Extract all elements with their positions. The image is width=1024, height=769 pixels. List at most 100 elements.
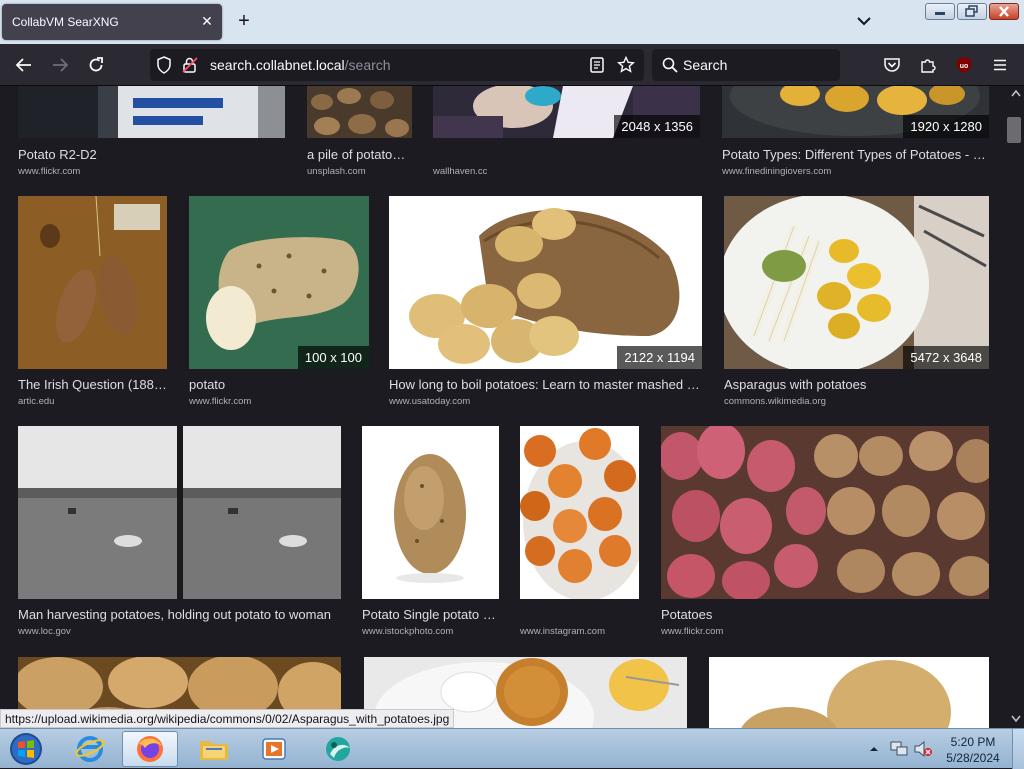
firefox-icon[interactable] — [122, 731, 178, 767]
resolution-badge: 2048 x 1356 — [614, 115, 700, 138]
result-thumbnail[interactable] — [18, 86, 285, 138]
url-text[interactable]: search.collabnet.local/search — [210, 57, 391, 73]
result-title[interactable]: Potato Single potato … — [362, 607, 499, 622]
resolution-badge: 100 x 100 — [297, 346, 369, 369]
tab-searxng[interactable]: CollabVM SearXNG ✕ — [2, 4, 222, 40]
list-all-tabs-icon[interactable] — [855, 12, 873, 30]
result-card[interactable]: Man harvesting potatoes, holding out pot… — [18, 426, 341, 637]
result-card[interactable]: 100 x 100 potato www.flickr.com — [189, 196, 369, 407]
url-bar[interactable]: search.collabnet.local/search — [150, 49, 644, 81]
resolution-badge: 5472 x 3648 — [903, 346, 989, 369]
result-site: www.usatoday.com — [389, 396, 471, 407]
result-card[interactable]: a pile of potatoe… unsplash.com — [307, 86, 412, 177]
network-icon[interactable] — [888, 731, 910, 767]
result-card[interactable]: Potatoes www.flickr.com — [661, 426, 989, 637]
result-thumbnail[interactable] — [362, 426, 499, 599]
result-title[interactable]: Potato R2-D2 — [18, 147, 285, 162]
clock-date: 5/28/2024 — [946, 751, 1000, 765]
bookmark-star-icon[interactable] — [616, 55, 636, 75]
result-card[interactable]: www.instagram.com — [520, 426, 639, 637]
result-card[interactable]: 2048 x 1356 wallhaven.cc — [433, 86, 700, 177]
result-site: www.istockphoto.com — [362, 626, 454, 637]
image-results: Potato R2-D2 www.flickr.com a pile of po… — [0, 86, 1008, 728]
result-site: commons.wikimedia.org — [724, 396, 826, 407]
search-input[interactable]: Search — [652, 49, 840, 81]
search-placeholder: Search — [683, 57, 728, 73]
restore-button[interactable] — [957, 3, 987, 20]
tab-title: CollabVM SearXNG — [12, 15, 119, 29]
result-site: www.flickr.com — [189, 396, 252, 407]
extensions-icon[interactable] — [918, 55, 938, 75]
start-button[interactable] — [2, 731, 50, 767]
tab-strip: CollabVM SearXNG ✕ + — [0, 0, 1024, 44]
link-status-url: https://upload.wikimedia.org/wikipedia/c… — [0, 709, 455, 728]
result-thumbnail[interactable] — [307, 86, 412, 138]
result-site: www.flickr.com — [661, 626, 724, 637]
close-tab-icon[interactable]: ✕ — [200, 14, 214, 28]
result-thumbnail[interactable] — [661, 426, 989, 599]
result-site: www.finediningiovers.com — [722, 166, 832, 177]
result-title[interactable]: How long to boil potatoes: Learn to mast… — [389, 377, 702, 392]
internet-explorer-icon[interactable] — [62, 731, 118, 767]
new-tab-button[interactable]: + — [234, 11, 254, 31]
taskbar: 5:20 PM 5/28/2024 — [0, 728, 1024, 769]
result-card[interactable] — [709, 657, 989, 728]
result-site: www.flickr.com — [18, 166, 81, 177]
result-site: www.instagram.com — [520, 626, 605, 637]
app-globe-icon[interactable] — [310, 731, 366, 767]
search-icon — [660, 55, 680, 75]
show-hidden-icons[interactable] — [866, 731, 882, 767]
result-thumbnail[interactable]: 2122 x 1194 — [389, 196, 702, 369]
result-thumbnail[interactable] — [18, 426, 341, 599]
url-host: search.collabnet.local — [210, 57, 345, 73]
show-desktop-button[interactable] — [1012, 729, 1024, 769]
page-scrollbar[interactable] — [1008, 86, 1024, 728]
result-site: artic.edu — [18, 396, 55, 407]
result-thumbnail[interactable]: 5472 x 3648 — [724, 196, 989, 369]
forward-icon[interactable] — [50, 55, 70, 75]
result-site: unsplash.com — [307, 166, 366, 177]
result-site: wallhaven.cc — [433, 166, 488, 177]
nav-toolbar: search.collabnet.local/search Search uo — [0, 44, 1024, 86]
result-card[interactable]: Potato R2-D2 www.flickr.com — [18, 86, 285, 177]
media-player-icon[interactable] — [246, 731, 302, 767]
url-path: /search — [344, 57, 391, 73]
minimize-button[interactable] — [925, 3, 955, 20]
menu-icon[interactable] — [990, 55, 1010, 75]
svg-text:uo: uo — [960, 63, 969, 70]
reload-icon[interactable] — [86, 55, 106, 75]
result-thumbnail[interactable] — [709, 657, 989, 728]
result-card[interactable]: The Irish Question (188… artic.edu — [18, 196, 167, 407]
resolution-badge: 2122 x 1194 — [617, 346, 702, 369]
result-title[interactable]: The Irish Question (188… — [18, 377, 167, 392]
result-card[interactable]: Potato Single potato … www.istockphoto.c… — [362, 426, 499, 637]
system-clock[interactable]: 5:20 PM 5/28/2024 — [942, 734, 1004, 766]
result-title[interactable]: a pile of potatoe… — [307, 147, 412, 162]
result-card[interactable]: 2122 x 1194 How long to boil potatoes: L… — [389, 196, 702, 407]
resolution-badge: 1920 x 1280 — [903, 115, 989, 138]
result-title[interactable]: Man harvesting potatoes, holding out pot… — [18, 607, 341, 622]
result-card[interactable]: 5472 x 3648 Asparagus with potatoes comm… — [724, 196, 989, 407]
result-title[interactable]: Asparagus with potatoes — [724, 377, 989, 392]
pocket-icon[interactable] — [882, 55, 902, 75]
scrollbar-thumb[interactable] — [1007, 117, 1021, 143]
result-title[interactable]: Potatoes — [661, 607, 989, 622]
clock-time: 5:20 PM — [950, 735, 996, 749]
volume-muted-icon[interactable] — [912, 731, 934, 767]
result-thumbnail[interactable] — [520, 426, 639, 599]
shield-icon[interactable] — [154, 55, 174, 75]
result-thumbnail[interactable]: 2048 x 1356 — [433, 86, 700, 138]
file-explorer-icon[interactable] — [186, 731, 242, 767]
result-title[interactable]: potato — [189, 377, 369, 392]
result-thumbnail[interactable] — [18, 196, 167, 369]
result-thumbnail[interactable]: 1920 x 1280 — [722, 86, 989, 138]
ublock-origin-icon[interactable]: uo — [954, 55, 974, 75]
result-title[interactable]: Potato Types: Different Types of Potatoe… — [722, 147, 989, 162]
close-window-button[interactable] — [989, 3, 1019, 20]
back-icon[interactable] — [14, 55, 34, 75]
reader-view-icon[interactable] — [587, 55, 607, 75]
result-card[interactable]: 1920 x 1280 Potato Types: Different Type… — [722, 86, 989, 177]
result-thumbnail[interactable]: 100 x 100 — [189, 196, 369, 369]
insecure-lock-icon[interactable] — [180, 55, 200, 75]
result-site: www.loc.gov — [18, 626, 71, 637]
